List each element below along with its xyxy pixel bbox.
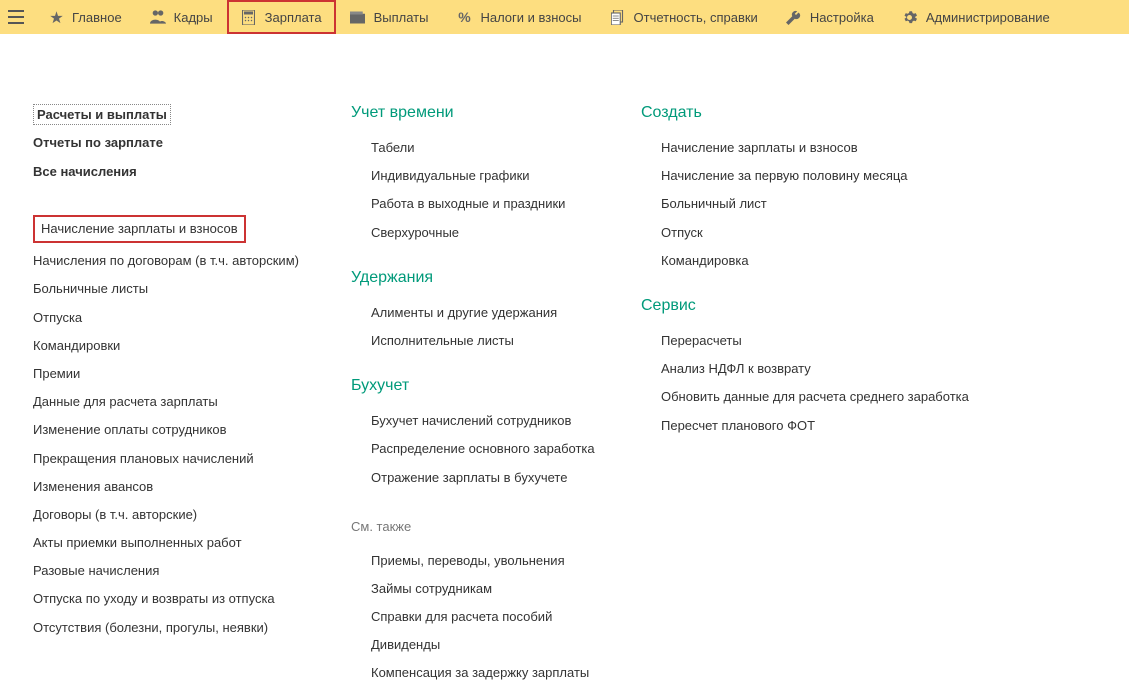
- hamburger-icon: [8, 9, 24, 25]
- link-recalculations[interactable]: Перерасчеты: [641, 327, 1001, 355]
- section-create[interactable]: Создать: [641, 104, 1001, 122]
- menu-personnel[interactable]: Кадры: [136, 0, 227, 34]
- menu-reports[interactable]: Отчетность, справки: [596, 0, 772, 34]
- link-acceptance-acts[interactable]: Акты приемки выполненных работ: [33, 529, 351, 557]
- section-time-tracking[interactable]: Учет времени: [351, 104, 641, 122]
- link-accrual-salary[interactable]: Начисление зарплаты и взносов: [41, 220, 238, 238]
- star-icon: [48, 9, 64, 25]
- menu-salary[interactable]: Зарплата: [227, 0, 336, 34]
- link-calc-data[interactable]: Данные для расчета зарплаты: [33, 388, 351, 416]
- document-icon: [610, 9, 626, 25]
- menu-label: Главное: [72, 10, 122, 25]
- menu-label: Зарплата: [265, 10, 322, 25]
- link-dividends[interactable]: Дивиденды: [351, 631, 641, 659]
- hamburger-menu[interactable]: [8, 9, 34, 25]
- link-trips[interactable]: Командировки: [33, 332, 351, 360]
- top-menu-bar: Главное Кадры Зарплата Выплаты % Налоги …: [0, 0, 1129, 34]
- link-absences[interactable]: Отсутствия (болезни, прогулы, неявки): [33, 614, 351, 642]
- main-content: Расчеты и выплаты Отчеты по зарплате Все…: [0, 34, 1129, 688]
- right-column: Создать Начисление зарплаты и взносов На…: [641, 104, 1001, 688]
- menu-label: Кадры: [174, 10, 213, 25]
- link-stop-planned[interactable]: Прекращения плановых начислений: [33, 445, 351, 473]
- link-writs[interactable]: Исполнительные листы: [351, 327, 641, 355]
- link-recalc-fot[interactable]: Пересчет планового ФОТ: [641, 412, 1001, 440]
- menu-settings[interactable]: Настройка: [772, 0, 888, 34]
- section-accounting[interactable]: Бухучет: [351, 377, 641, 395]
- link-delay-compensation[interactable]: Компенсация за задержку зарплаты: [351, 659, 641, 687]
- link-contract-accruals[interactable]: Начисления по договорам (в т.ч. авторски…: [33, 247, 351, 275]
- link-timesheets[interactable]: Табели: [351, 134, 641, 162]
- link-onetime-accruals[interactable]: Разовые начисления: [33, 557, 351, 585]
- calculator-icon: [241, 9, 257, 25]
- link-sick-leaves[interactable]: Больничные листы: [33, 275, 351, 303]
- link-benefit-certs[interactable]: Справки для расчета пособий: [351, 603, 641, 631]
- link-overtime[interactable]: Сверхурочные: [351, 219, 641, 247]
- menu-label: Отчетность, справки: [634, 10, 758, 25]
- link-hires-transfers[interactable]: Приемы, переводы, увольнения: [351, 547, 641, 575]
- create-sick-leave[interactable]: Больничный лист: [641, 190, 1001, 218]
- link-salary-reflection[interactable]: Отражение зарплаты в бухучете: [351, 464, 641, 492]
- link-weekend-work[interactable]: Работа в выходные и праздники: [351, 190, 641, 218]
- link-advance-changes[interactable]: Изменения авансов: [33, 473, 351, 501]
- wallet-icon: [350, 9, 366, 25]
- wrench-icon: [786, 9, 802, 25]
- menu-label: Налоги и взносы: [480, 10, 581, 25]
- menu-taxes[interactable]: % Налоги и взносы: [442, 0, 595, 34]
- menu-payments[interactable]: Выплаты: [336, 0, 443, 34]
- menu-label: Администрирование: [926, 10, 1050, 25]
- link-all-accruals[interactable]: Все начисления: [33, 160, 351, 183]
- link-earnings-distribution[interactable]: Распределение основного заработка: [351, 435, 641, 463]
- link-pay-change[interactable]: Изменение оплаты сотрудников: [33, 416, 351, 444]
- create-vacation[interactable]: Отпуск: [641, 219, 1001, 247]
- link-vacations[interactable]: Отпуска: [33, 304, 351, 332]
- menu-main[interactable]: Главное: [34, 0, 136, 34]
- link-update-avg-data[interactable]: Обновить данные для расчета среднего зар…: [641, 383, 1001, 411]
- percent-icon: %: [456, 9, 472, 25]
- section-deductions[interactable]: Удержания: [351, 269, 641, 287]
- link-employee-loans[interactable]: Займы сотрудникам: [351, 575, 641, 603]
- link-individual-schedules[interactable]: Индивидуальные графики: [351, 162, 641, 190]
- people-icon: [150, 9, 166, 25]
- link-contracts[interactable]: Договоры (в т.ч. авторские): [33, 501, 351, 529]
- create-trip[interactable]: Командировка: [641, 247, 1001, 275]
- gear-icon: [902, 9, 918, 25]
- link-bonuses[interactable]: Премии: [33, 360, 351, 388]
- create-salary-accrual[interactable]: Начисление зарплаты и взносов: [641, 134, 1001, 162]
- section-service[interactable]: Сервис: [641, 297, 1001, 315]
- menu-label: Настройка: [810, 10, 874, 25]
- create-half-month[interactable]: Начисление за первую половину месяца: [641, 162, 1001, 190]
- left-column: Расчеты и выплаты Отчеты по зарплате Все…: [33, 104, 351, 688]
- link-ndfl-analysis[interactable]: Анализ НДФЛ к возврату: [641, 355, 1001, 383]
- link-accounting-accruals[interactable]: Бухучет начислений сотрудников: [351, 407, 641, 435]
- link-alimony[interactable]: Алименты и другие удержания: [351, 299, 641, 327]
- see-also-label: См. также: [351, 514, 641, 539]
- middle-column: Учет времени Табели Индивидуальные графи…: [351, 104, 641, 688]
- link-calculations[interactable]: Расчеты и выплаты: [33, 104, 171, 125]
- highlighted-item: Начисление зарплаты и взносов: [33, 215, 246, 243]
- menu-label: Выплаты: [374, 10, 429, 25]
- link-salary-reports[interactable]: Отчеты по зарплате: [33, 131, 351, 154]
- menu-admin[interactable]: Администрирование: [888, 0, 1064, 34]
- link-care-leaves[interactable]: Отпуска по уходу и возвраты из отпуска: [33, 585, 351, 613]
